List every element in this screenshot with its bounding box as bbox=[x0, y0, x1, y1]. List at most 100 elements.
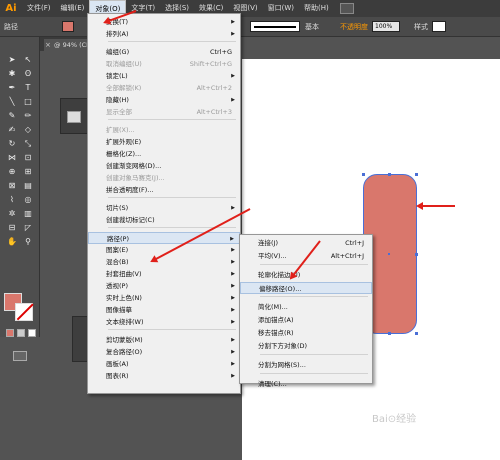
workspace-switcher-icon[interactable] bbox=[339, 3, 354, 14]
type-tool-icon[interactable]: T bbox=[22, 83, 34, 93]
menu-item-label: 剪切蒙版(M) bbox=[106, 336, 143, 344]
menu-item[interactable]: 取消编组(U) Shift+Ctrl+G bbox=[88, 58, 240, 70]
menu-edit[interactable]: 编辑(E) bbox=[56, 0, 90, 17]
menu-item[interactable]: 透视(P) ▶ bbox=[88, 280, 240, 292]
menu-item-label: 偏移路径(O)... bbox=[259, 285, 302, 293]
blob-brush-tool-icon[interactable]: ✍ bbox=[6, 125, 18, 135]
menu-item[interactable]: 移去锚点(R) bbox=[240, 327, 372, 339]
menu-item-label: 锁定(L) bbox=[106, 72, 128, 80]
menu-item[interactable]: 简化(M)... bbox=[240, 301, 372, 313]
menu-item[interactable]: 编组(G) Ctrl+G bbox=[88, 46, 240, 58]
menu-help[interactable]: 帮助(H) bbox=[299, 0, 334, 17]
menu-item[interactable]: 封套扭曲(V) ▶ bbox=[88, 268, 240, 280]
symbol-sprayer-tool-icon[interactable]: ✲ bbox=[6, 209, 18, 219]
menu-separator bbox=[260, 264, 368, 265]
shape-builder-tool-icon[interactable]: ⊕ bbox=[6, 167, 18, 177]
close-tab-icon[interactable]: × bbox=[45, 39, 51, 51]
submenu-arrow-icon: ▶ bbox=[231, 31, 235, 37]
menu-item[interactable]: 拼合透明度(F)... bbox=[88, 184, 240, 196]
selection-handle[interactable] bbox=[388, 173, 391, 176]
selection-handle[interactable] bbox=[415, 332, 418, 335]
menu-item[interactable]: 路径(P) ▶ bbox=[88, 232, 240, 244]
width-tool-icon[interactable]: ⋈ bbox=[6, 153, 18, 163]
menu-item[interactable]: 分割下方对象(D) bbox=[240, 340, 372, 352]
menu-item[interactable]: 剪切蒙版(M) ▶ bbox=[88, 334, 240, 346]
selection-handle[interactable] bbox=[362, 173, 365, 176]
menu-item[interactable]: 全部解锁(K) Alt+Ctrl+2 bbox=[88, 82, 240, 94]
scale-tool-icon[interactable]: ⤡ bbox=[22, 139, 34, 149]
menu-item[interactable]: 扩展外观(E) bbox=[88, 136, 240, 148]
rotate-tool-icon[interactable]: ↻ bbox=[6, 139, 18, 149]
menu-item[interactable]: 创建渐变网格(D)... bbox=[88, 160, 240, 172]
menu-item[interactable]: 复合路径(O) ▶ bbox=[88, 346, 240, 358]
menu-item[interactable]: 栅格化(Z)... bbox=[88, 148, 240, 160]
selection-handle[interactable] bbox=[415, 253, 418, 256]
selection-tool-icon[interactable]: ➤ bbox=[6, 55, 18, 65]
menu-item[interactable]: 锁定(L) ▶ bbox=[88, 70, 240, 82]
submenu-arrow-icon: ▶ bbox=[231, 73, 235, 79]
hand-tool-icon[interactable]: ✋ bbox=[6, 237, 18, 247]
menu-file[interactable]: 文件(F) bbox=[22, 0, 56, 17]
magic-wand-tool-icon[interactable]: ✱ bbox=[6, 69, 18, 79]
menu-item[interactable]: 连接(J) Ctrl+J bbox=[240, 237, 372, 249]
menu-item[interactable]: 画板(A) ▶ bbox=[88, 358, 240, 370]
submenu-arrow-icon: ▶ bbox=[231, 271, 235, 277]
lasso-tool-icon[interactable]: ʘ bbox=[22, 69, 34, 79]
perspective-grid-tool-icon[interactable]: ⊞ bbox=[22, 167, 34, 177]
eraser-tool-icon[interactable]: ◇ bbox=[22, 125, 34, 135]
swap-colors-icon[interactable] bbox=[4, 293, 12, 299]
pencil-tool-icon[interactable]: ✏ bbox=[22, 111, 34, 121]
free-transform-tool-icon[interactable]: ⊡ bbox=[22, 153, 34, 163]
artboard-tool-icon[interactable]: ⊟ bbox=[6, 223, 18, 233]
menu-item[interactable]: 排列(A) ▶ bbox=[88, 28, 240, 40]
menu-item[interactable]: 文本绕排(W) ▶ bbox=[88, 316, 240, 328]
line-tool-icon[interactable]: ╲ bbox=[6, 97, 18, 107]
menu-item[interactable]: 扩展(X)... bbox=[88, 124, 240, 136]
menu-item[interactable]: 分割为网格(S)... bbox=[240, 359, 372, 371]
submenu-arrow-icon: ▶ bbox=[231, 361, 235, 367]
gradient-mode-icon[interactable] bbox=[17, 329, 25, 337]
menu-item-label: 图案(E) bbox=[106, 246, 129, 254]
menu-item[interactable]: 图表(R) ▶ bbox=[88, 370, 240, 382]
zoom-tool-icon[interactable]: ⚲ bbox=[22, 237, 34, 247]
paintbrush-tool-icon[interactable]: ✎ bbox=[6, 111, 18, 121]
menu-item[interactable]: 轮廓化描边(U) bbox=[240, 269, 372, 281]
eyedropper-tool-icon[interactable]: ⌇ bbox=[6, 195, 18, 205]
none-mode-icon[interactable] bbox=[28, 329, 36, 337]
selection-handle[interactable] bbox=[415, 173, 418, 176]
opacity-label[interactable]: 不透明度 bbox=[340, 22, 368, 32]
menu-item[interactable]: 混合(B) ▶ bbox=[88, 256, 240, 268]
slice-tool-icon[interactable]: ◸ bbox=[22, 223, 34, 233]
screen-mode-icon[interactable] bbox=[13, 351, 27, 361]
pen-tool-icon[interactable]: ✒ bbox=[6, 83, 18, 93]
menu-separator bbox=[108, 119, 236, 120]
opacity-input[interactable]: 100% bbox=[372, 21, 400, 32]
submenu-arrow-icon: ▶ bbox=[231, 307, 235, 313]
menu-item[interactable]: 实时上色(N) ▶ bbox=[88, 292, 240, 304]
menu-separator bbox=[260, 296, 368, 297]
panel-document-icon[interactable] bbox=[67, 111, 81, 123]
selection-handle[interactable] bbox=[388, 332, 391, 335]
watermark-logo: Bai⊙经验 bbox=[372, 414, 417, 425]
tools-panel: ➤ ↖ ✱ ʘ ✒ T ╲ □ ✎ ✏ ✍ ◇ ↻ ⤡ ⋈ ⊡ ⊕ ⊞ ⊠ ▤ … bbox=[0, 37, 40, 361]
color-mode-icon[interactable] bbox=[6, 329, 14, 337]
stroke-color-box[interactable] bbox=[15, 303, 33, 321]
menu-item[interactable]: 偏移路径(O)... bbox=[240, 282, 372, 294]
menu-item[interactable]: 切片(S) ▶ bbox=[88, 202, 240, 214]
menu-item[interactable]: 清理(C)... bbox=[240, 378, 372, 390]
menu-window[interactable]: 窗口(W) bbox=[263, 0, 299, 17]
menu-item[interactable]: 显示全部 Alt+Ctrl+3 bbox=[88, 106, 240, 118]
menu-item-label: 封套扭曲(V) bbox=[106, 270, 142, 278]
fill-color-swatch[interactable] bbox=[62, 21, 74, 32]
column-graph-tool-icon[interactable]: ▥ bbox=[22, 209, 34, 219]
direct-selection-tool-icon[interactable]: ↖ bbox=[22, 55, 34, 65]
menu-item[interactable]: 图像描摹 ▶ bbox=[88, 304, 240, 316]
style-swatch[interactable] bbox=[432, 21, 446, 32]
gradient-tool-icon[interactable]: ▤ bbox=[22, 181, 34, 191]
rectangle-tool-icon[interactable]: □ bbox=[22, 97, 34, 107]
blend-tool-icon[interactable]: ◎ bbox=[22, 195, 34, 205]
mesh-tool-icon[interactable]: ⊠ bbox=[6, 181, 18, 191]
menu-item[interactable]: 隐藏(H) ▶ bbox=[88, 94, 240, 106]
menu-item[interactable]: 添加锚点(A) bbox=[240, 314, 372, 326]
menu-item[interactable]: 创建对象马赛克(J)... bbox=[88, 172, 240, 184]
